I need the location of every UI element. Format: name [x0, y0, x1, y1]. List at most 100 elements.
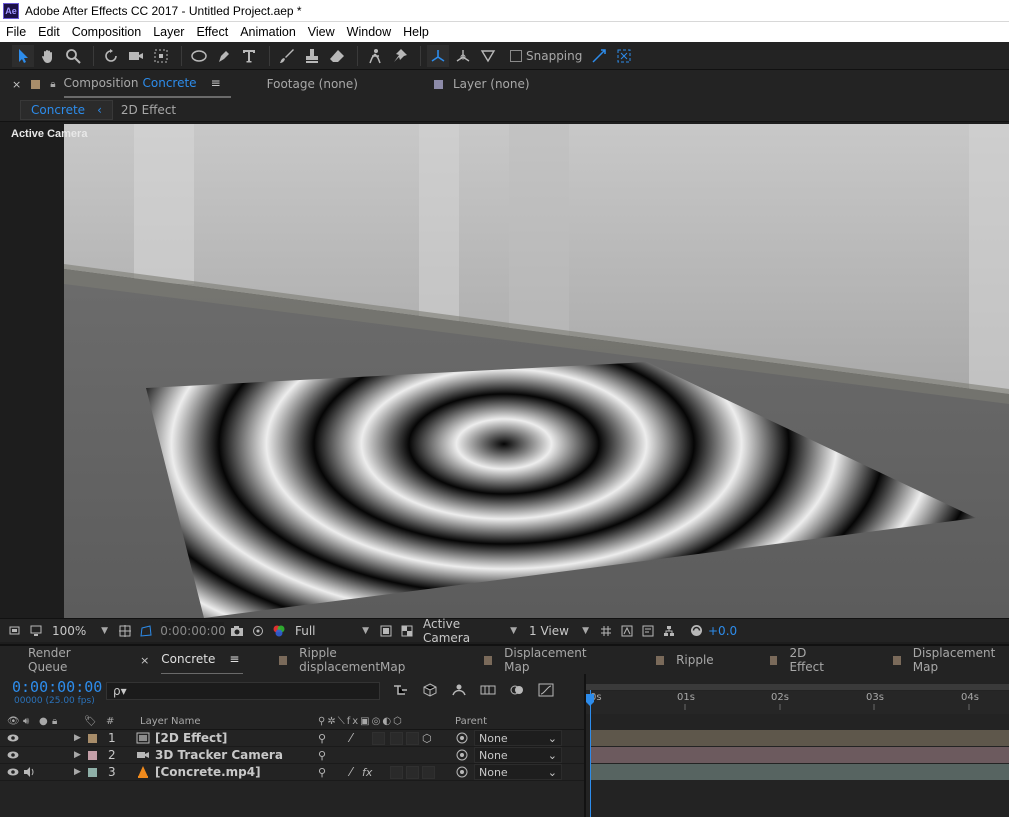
- timeline-divider[interactable]: [584, 674, 586, 817]
- world-axis-mode-icon[interactable]: [452, 45, 474, 67]
- parent-dropdown[interactable]: None ⌄: [474, 747, 562, 763]
- fx-switch-icon[interactable]: fx: [362, 766, 372, 779]
- eye-icon[interactable]: [7, 750, 19, 760]
- comp-nav-concrete[interactable]: Concrete ‹: [20, 99, 113, 120]
- ellipse-tool-icon[interactable]: [188, 45, 210, 67]
- audio-speaker-icon[interactable]: [23, 767, 35, 777]
- menu-window[interactable]: Window: [341, 25, 397, 39]
- always-preview-icon[interactable]: [6, 622, 24, 640]
- layer-duration-bar-2[interactable]: [590, 747, 1009, 763]
- composition-viewer[interactable]: Active Camera: [0, 122, 1009, 618]
- selection-tool-icon[interactable]: [12, 44, 34, 67]
- view-layout-dropdown[interactable]: 1 View ▼: [525, 622, 593, 640]
- tab-layer[interactable]: Layer (none): [453, 70, 530, 98]
- menu-animation[interactable]: Animation: [234, 25, 302, 39]
- mask-visibility-icon[interactable]: [137, 622, 155, 640]
- safe-zones-icon[interactable]: [116, 622, 134, 640]
- 3d-layer-icon[interactable]: ⬡: [422, 732, 432, 745]
- roto-brush-tool-icon[interactable]: [364, 45, 386, 67]
- monitor-icon[interactable]: [27, 622, 45, 640]
- resolution-dropdown[interactable]: Full ▼: [291, 622, 373, 640]
- current-time-indicator[interactable]: [590, 690, 591, 817]
- eraser-tool-icon[interactable]: [326, 45, 348, 67]
- motion-blur-icon[interactable]: [506, 680, 528, 700]
- layer-name-header[interactable]: Layer Name: [140, 716, 201, 727]
- switch-box[interactable]: [372, 732, 385, 745]
- snapshot-camera-icon[interactable]: [228, 622, 246, 640]
- expand-triangle-icon[interactable]: ▶: [74, 750, 81, 760]
- transparency-grid-icon[interactable]: [398, 622, 416, 640]
- snap-features-icon[interactable]: [613, 45, 635, 67]
- tab-displacement-map-2[interactable]: Displacement Map: [913, 645, 1009, 675]
- layer-name[interactable]: [Concrete.mp4]: [155, 765, 261, 779]
- quality-switch-icon[interactable]: ⁄: [350, 765, 352, 779]
- frame-blending-icon[interactable]: [477, 680, 499, 700]
- shy-switch-icon[interactable]: ⚲: [318, 749, 326, 762]
- menu-composition[interactable]: Composition: [66, 25, 147, 39]
- timeline-panel-menu-icon[interactable]: ≡: [229, 652, 239, 666]
- zoom-tool-icon[interactable]: [62, 45, 84, 67]
- tab-displacement-map[interactable]: Displacement Map: [504, 645, 600, 675]
- layer-row-3[interactable]: ▶ 3 [Concrete.mp4] ⚲ ⁄ fx None ⌄: [0, 764, 584, 781]
- reset-exposure-icon[interactable]: [687, 622, 705, 640]
- camera-view-dropdown[interactable]: Active Camera ▼: [419, 617, 521, 645]
- local-axis-mode-icon[interactable]: [427, 44, 449, 67]
- toggle-pixel-aspect-icon[interactable]: [597, 622, 615, 640]
- snapping-toggle[interactable]: Snapping: [510, 49, 582, 63]
- layer-row-2[interactable]: ▶ 2 3D Tracker Camera ⚲ None ⌄: [0, 747, 584, 764]
- eye-icon[interactable]: [7, 767, 19, 777]
- pickwhip-icon[interactable]: [455, 748, 469, 762]
- close-panel-icon[interactable]: ×: [12, 78, 21, 91]
- layer-name[interactable]: 3D Tracker Camera: [155, 748, 283, 762]
- layer-row-1[interactable]: ▶ 1 [2D Effect] ⚲ ⁄ ⬡ None ⌄: [0, 730, 584, 747]
- parent-dropdown[interactable]: None ⌄: [474, 730, 562, 746]
- layer-label-color[interactable]: [88, 751, 97, 760]
- shy-switch-icon[interactable]: ⚲: [318, 732, 326, 745]
- brush-tool-icon[interactable]: [276, 45, 298, 67]
- switch-box[interactable]: [406, 732, 419, 745]
- hide-shy-layers-icon[interactable]: [448, 680, 470, 700]
- view-axis-mode-icon[interactable]: [477, 45, 499, 67]
- pickwhip-icon[interactable]: [455, 765, 469, 779]
- snap-edges-icon[interactable]: [588, 45, 610, 67]
- comp-mini-flowchart-icon[interactable]: [390, 680, 412, 700]
- graph-editor-icon[interactable]: [535, 680, 557, 700]
- tab-composition[interactable]: Composition Concrete ≡: [63, 70, 231, 98]
- time-ruler[interactable]: 0s 01s 02s 03s 04s: [586, 684, 1009, 714]
- fast-previews-icon[interactable]: [618, 622, 636, 640]
- panel-menu-icon[interactable]: ≡: [211, 76, 221, 90]
- expand-triangle-icon[interactable]: ▶: [74, 733, 81, 743]
- close-timeline-icon[interactable]: ×: [140, 654, 149, 667]
- channel-rgb-icon[interactable]: [270, 622, 288, 640]
- type-tool-icon[interactable]: [238, 45, 260, 67]
- expand-triangle-icon[interactable]: ▶: [74, 767, 81, 777]
- rotation-tool-icon[interactable]: [100, 45, 122, 67]
- tab-2d-effect[interactable]: 2D Effect: [789, 645, 837, 675]
- hand-tool-icon[interactable]: [37, 45, 59, 67]
- zoom-dropdown[interactable]: 100% ▼: [48, 622, 112, 640]
- camera-tool-icon[interactable]: [125, 45, 147, 67]
- switch-box[interactable]: [390, 732, 403, 745]
- menu-effect[interactable]: Effect: [190, 25, 234, 39]
- tab-render-queue[interactable]: Render Queue: [28, 645, 102, 675]
- show-snapshot-icon[interactable]: [249, 622, 267, 640]
- shy-switch-icon[interactable]: ⚲: [318, 766, 326, 779]
- tab-timeline-concrete[interactable]: Concrete ≡: [161, 645, 244, 675]
- flowchart-icon[interactable]: [660, 622, 678, 640]
- layer-duration-bar-1[interactable]: [590, 730, 1009, 746]
- eye-icon[interactable]: [7, 733, 19, 743]
- layer-name[interactable]: [2D Effect]: [155, 731, 227, 745]
- pen-tool-icon[interactable]: [213, 45, 235, 67]
- layer-search-input[interactable]: ρ▾: [106, 682, 380, 700]
- layer-duration-bar-3[interactable]: [590, 764, 1009, 780]
- menu-layer[interactable]: Layer: [147, 25, 190, 39]
- parent-dropdown[interactable]: None ⌄: [474, 764, 562, 780]
- puppet-pin-tool-icon[interactable]: [389, 45, 411, 67]
- draft-3d-icon[interactable]: [419, 680, 441, 700]
- timeline-current-time[interactable]: 0:00:00:00: [12, 678, 102, 696]
- pickwhip-icon[interactable]: [455, 731, 469, 745]
- menu-view[interactable]: View: [302, 25, 341, 39]
- layer-label-color[interactable]: [88, 768, 97, 777]
- switch-box[interactable]: [390, 766, 403, 779]
- switch-box[interactable]: [422, 766, 435, 779]
